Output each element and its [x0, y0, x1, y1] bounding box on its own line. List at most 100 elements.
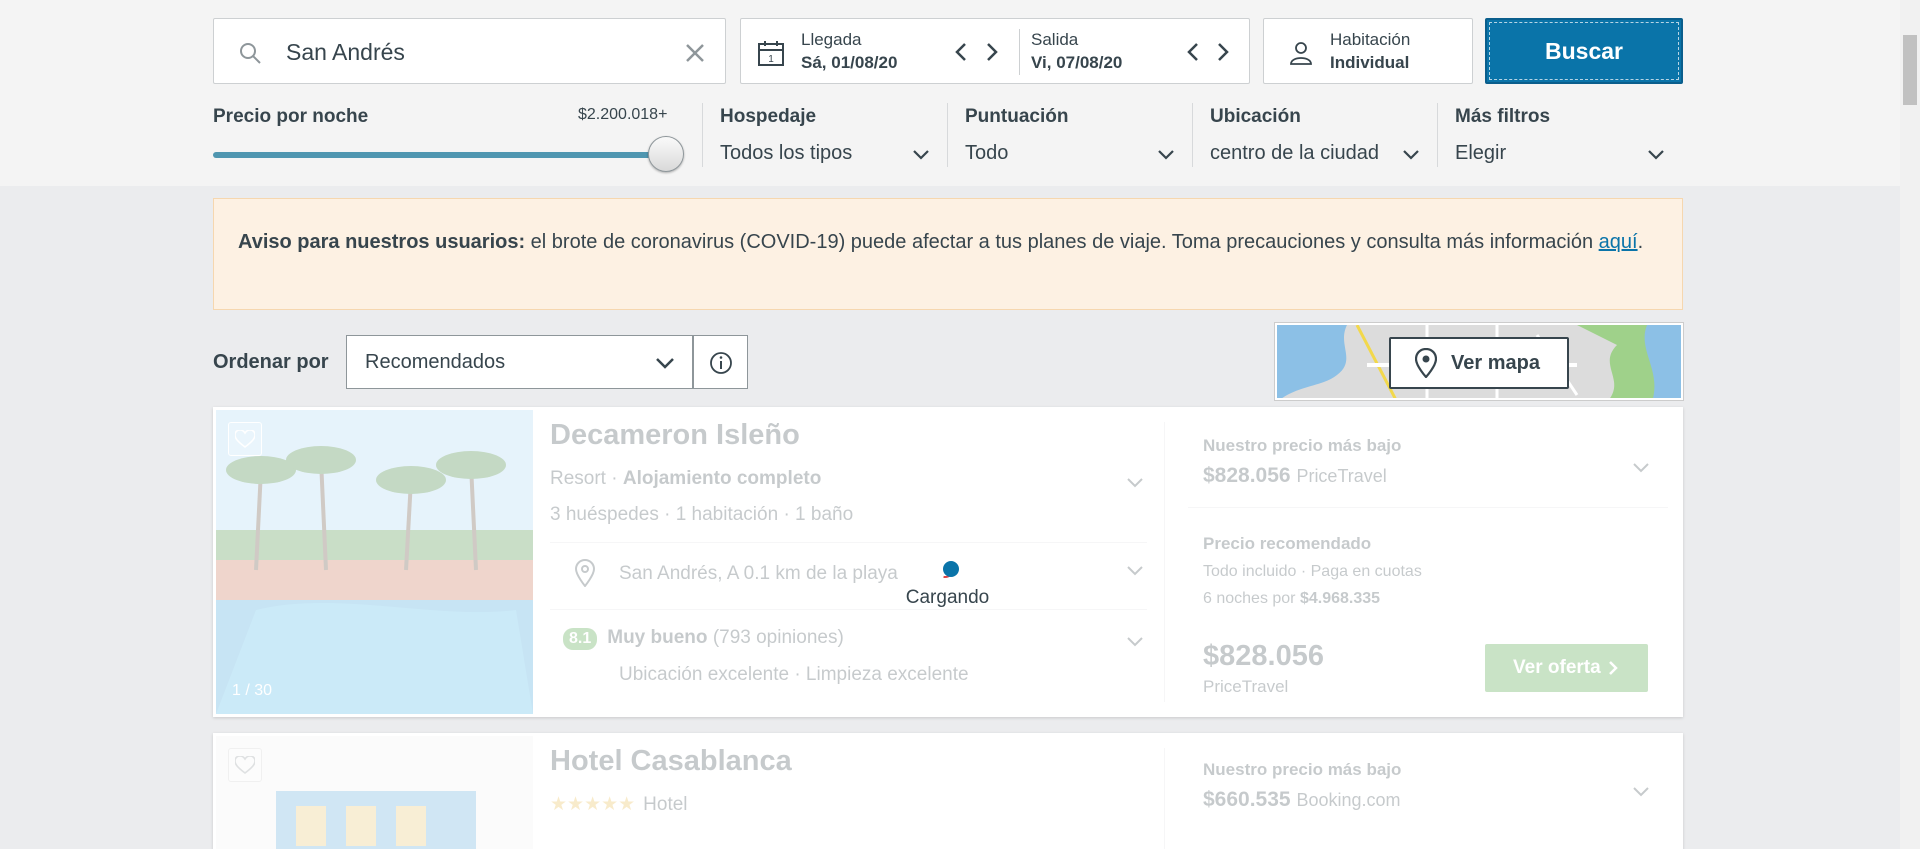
sort-value: Recomendados	[365, 351, 506, 373]
column-divider	[1164, 748, 1165, 849]
location-filter-value[interactable]: centro de la ciudad	[1210, 142, 1379, 165]
heart-icon	[235, 756, 255, 774]
chevron-down-icon[interactable]	[1401, 144, 1421, 164]
hotel-photo-image	[216, 410, 533, 714]
favorite-button[interactable]	[228, 748, 262, 782]
filter-separator	[1192, 103, 1193, 167]
info-icon	[710, 352, 732, 374]
user-icon	[1290, 42, 1312, 65]
chevron-right-icon	[1609, 661, 1618, 675]
view-map-button[interactable]: Ver mapa	[1389, 337, 1569, 389]
checkin-prev-icon[interactable]	[951, 41, 973, 63]
photo-counter: 1 / 30	[232, 682, 273, 699]
nights-total: 6 noches por $4.968.335	[1203, 590, 1381, 607]
notice-title: Aviso para nuestros usuarios:	[238, 231, 526, 253]
star-rating: ★★★★★	[550, 794, 636, 815]
hotel-photo-image	[216, 736, 533, 849]
destination-value[interactable]: San Andrés	[286, 39, 405, 66]
main-price: $828.056	[1203, 640, 1324, 672]
chevron-down-icon[interactable]	[1631, 457, 1651, 477]
checkout-value: Vi, 07/08/20	[1031, 53, 1123, 72]
loading-text: Cargando	[905, 587, 990, 608]
lowest-price[interactable]: $660.535 Booking.com	[1203, 788, 1401, 812]
hotel-location: San Andrés, A 0.1 km de la playa	[619, 563, 898, 584]
hotel-name[interactable]: Decameron Isleño	[550, 419, 800, 452]
spinner-icon	[933, 557, 963, 581]
price-slider-track[interactable]	[213, 152, 665, 158]
more-filters-label: Más filtros	[1455, 106, 1551, 127]
price-slider-handle[interactable]	[648, 136, 684, 172]
checkin-value: Sá, 01/08/20	[801, 53, 898, 72]
loading-indicator: Cargando	[900, 557, 995, 609]
divider	[550, 609, 1147, 610]
checkin-next-icon[interactable]	[980, 41, 1002, 63]
hotel-name[interactable]: Hotel Casablanca	[550, 745, 792, 778]
notice-link[interactable]: aquí	[1599, 231, 1638, 253]
lowest-price-label: Nuestro precio más bajo	[1203, 760, 1402, 779]
view-offer-button[interactable]: Ver oferta	[1485, 644, 1648, 692]
notice-end: .	[1637, 231, 1644, 253]
hotel-photo[interactable]	[216, 736, 533, 849]
hotel-type: ★★★★★ Hotel	[550, 794, 688, 815]
rating-score: 8.1	[563, 628, 598, 650]
chevron-down-icon[interactable]	[1631, 781, 1651, 801]
heart-icon	[235, 430, 255, 448]
lodging-filter-value[interactable]: Todos los tipos	[720, 142, 852, 165]
result-card[interactable]: Hotel Casablanca ★★★★★ Hotel Nuestro prec…	[213, 733, 1683, 849]
rating-filter-value[interactable]: Todo	[965, 142, 1008, 165]
location-filter-label: Ubicación	[1210, 106, 1301, 127]
filter-separator	[947, 103, 948, 167]
covid-notice: Aviso para nuestros usuarios: el brote d…	[213, 198, 1683, 310]
location-pin-icon	[575, 559, 595, 587]
favorite-button[interactable]	[228, 422, 262, 456]
price-filter-max: $2.200.018+	[578, 106, 668, 123]
lowest-price[interactable]: $828.056 PriceTravel	[1203, 464, 1387, 488]
room-selector[interactable]: Habitación Individual	[1263, 18, 1473, 84]
calendar-icon: 1	[758, 41, 784, 66]
recommended-price-label: Precio recomendado	[1203, 534, 1372, 553]
sort-dropdown[interactable]: Recomendados	[346, 335, 693, 389]
scrollbar-thumb[interactable]	[1903, 35, 1917, 105]
hotel-photo[interactable]: 1 / 30	[216, 410, 533, 714]
chevron-down-icon[interactable]	[1646, 144, 1666, 164]
room-value: Individual	[1330, 53, 1410, 72]
recommended-desc: Todo incluido · Paga en cuotas	[1203, 563, 1422, 580]
chevron-down-icon[interactable]	[1125, 631, 1145, 651]
divider	[550, 542, 1147, 543]
filter-separator	[702, 103, 703, 167]
destination-search-field[interactable]: San Andrés	[213, 18, 726, 84]
date-picker[interactable]: 1 Llegada Sá, 01/08/20 Salida Vi, 07/08/…	[740, 18, 1250, 84]
hotel-rating: 8.1 Muy bueno (793 opiniones)	[563, 627, 844, 650]
price-filter-label: Precio por noche	[213, 106, 369, 127]
column-divider	[1164, 422, 1165, 702]
page-scrollbar[interactable]	[1900, 0, 1920, 849]
checkout-prev-icon[interactable]	[1183, 41, 1205, 63]
date-separator	[1019, 29, 1020, 75]
more-filters-value[interactable]: Elegir	[1455, 142, 1506, 165]
sort-info-button[interactable]	[693, 335, 748, 389]
clear-icon[interactable]	[683, 41, 707, 65]
divider	[1188, 507, 1668, 508]
chevron-down-icon[interactable]	[1125, 472, 1145, 492]
room-label: Habitación	[1330, 30, 1411, 49]
search-icon	[240, 43, 261, 64]
view-offer-label: Ver oferta	[1513, 657, 1601, 678]
hotel-details: 3 huéspedes · 1 habitación · 1 baño	[550, 504, 854, 525]
checkout-next-icon[interactable]	[1211, 41, 1233, 63]
notice-text: el brote de coronavirus (COVID-19) puede…	[525, 231, 1599, 253]
chevron-down-icon[interactable]	[1125, 560, 1145, 580]
checkin-label: Llegada	[801, 30, 862, 49]
hotel-type: Resort · Alojamiento completo	[550, 468, 822, 489]
sort-label: Ordenar por	[213, 351, 329, 373]
checkin-field[interactable]: Llegada Sá, 01/08/20	[801, 30, 897, 73]
lodging-filter-label: Hospedaje	[720, 106, 817, 127]
rating-filter-label: Puntuación	[965, 106, 1069, 127]
chevron-down-icon	[656, 358, 674, 369]
chevron-down-icon[interactable]	[911, 144, 931, 164]
hotel-highlights: Ubicación excelente · Limpieza excelente	[619, 664, 969, 685]
filter-separator	[1437, 103, 1438, 167]
card-content: Hotel Casablanca ★★★★★ Hotel Nuestro prec…	[213, 733, 1683, 849]
chevron-down-icon[interactable]	[1156, 144, 1176, 164]
search-button[interactable]: Buscar	[1485, 18, 1683, 84]
checkout-field[interactable]: Salida Vi, 07/08/20	[1031, 30, 1122, 73]
